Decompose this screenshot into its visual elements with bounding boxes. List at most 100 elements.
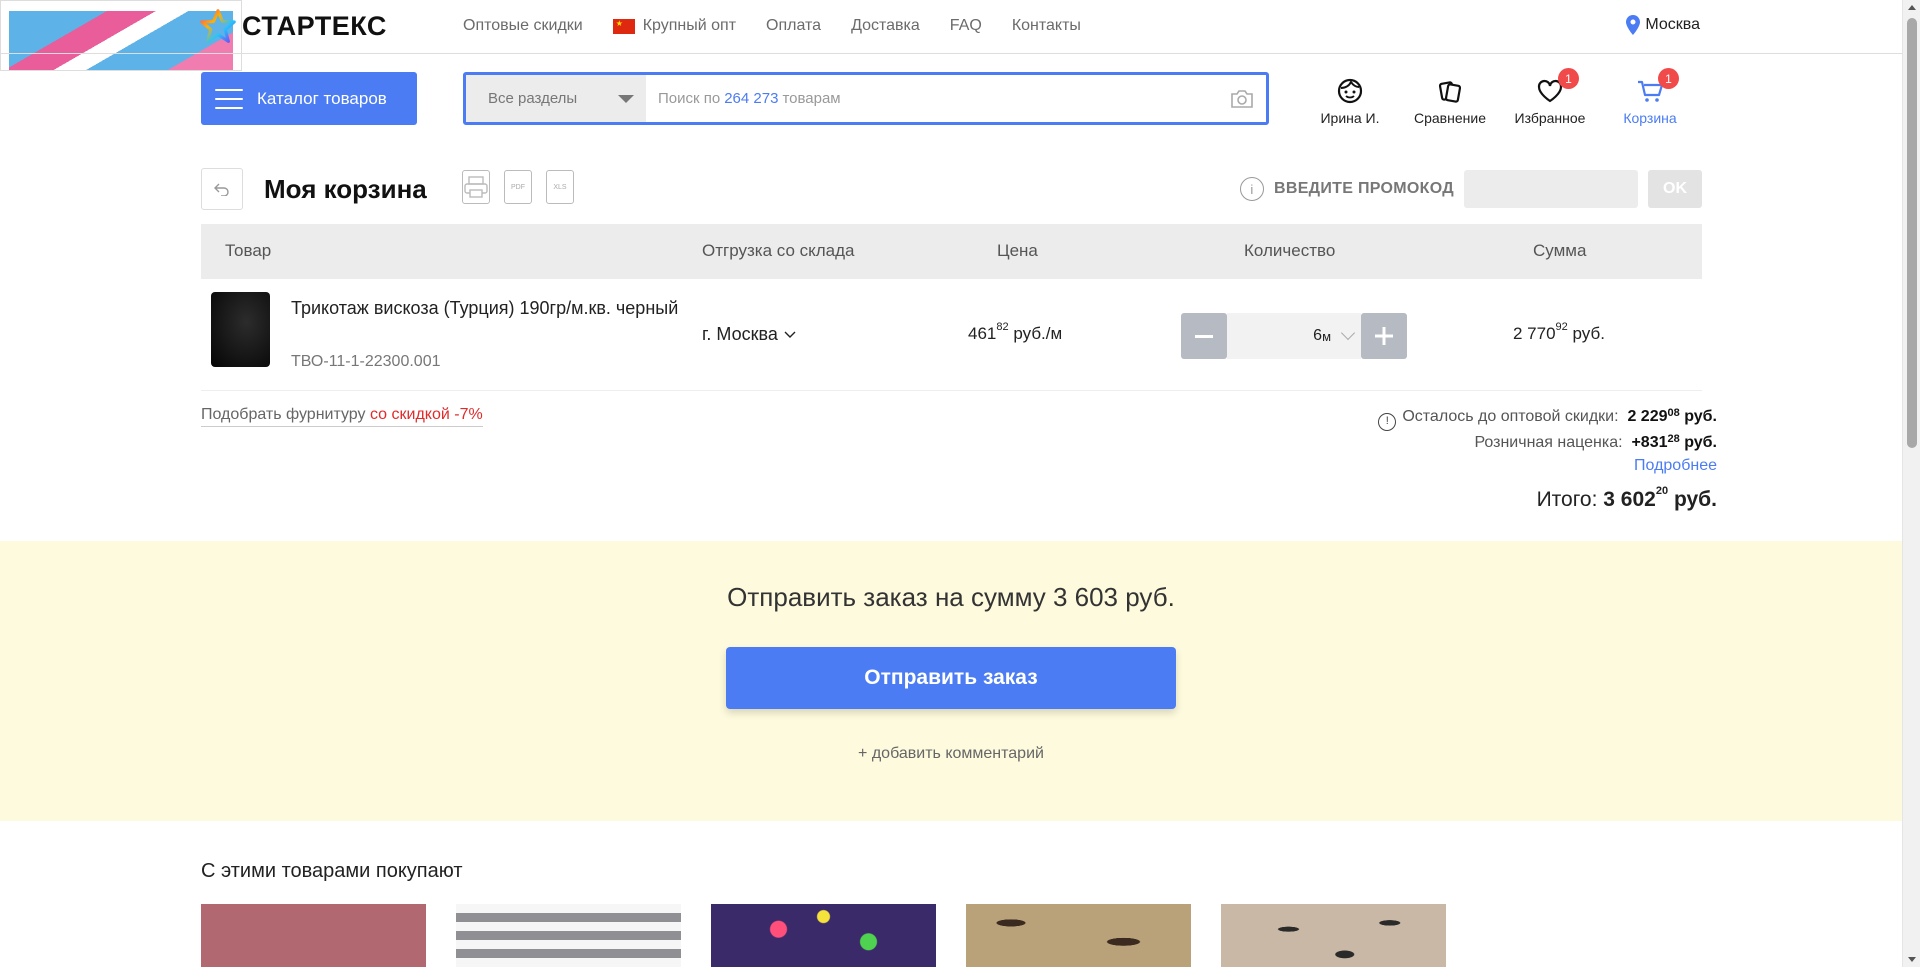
recommended-product-image[interactable] <box>711 904 936 967</box>
search-placeholder-prefix: Поиск по <box>658 90 721 107</box>
print-icon[interactable] <box>462 170 490 204</box>
location-pin-icon <box>1626 15 1641 35</box>
promo-code-input[interactable] <box>1464 170 1638 208</box>
col-product: Товар <box>225 241 272 260</box>
grand-total: Итого: 3 60220 руб. <box>1537 485 1717 512</box>
wholesale-remaining-label: Осталось до оптовой скидки: <box>1402 408 1619 425</box>
fittings-link-label: Подобрать фурнитуру <box>201 406 366 423</box>
wholesale-remaining-int: 2 229 <box>1627 408 1668 425</box>
cart-table-header: Товар Отгрузка со склада Цена Количество… <box>201 224 1702 279</box>
sum-unit: руб. <box>1572 324 1605 343</box>
order-title: Отправить заказ на сумму 3 603 руб. <box>727 582 1175 612</box>
plus-icon <box>1375 327 1393 345</box>
retail-markup-int: +831 <box>1631 433 1668 451</box>
promo-ok-button[interactable]: OK <box>1648 170 1702 208</box>
item-price: 46182 руб./м <box>968 321 1063 344</box>
minus-icon <box>1195 334 1213 338</box>
scroll-up-arrow-icon[interactable] <box>1908 5 1916 10</box>
col-warehouse: Отгрузка со склада <box>702 241 855 260</box>
menu-icon <box>215 88 243 109</box>
recommended-product-image[interactable] <box>201 904 426 967</box>
cart-totals: ! Осталось до оптовой скидки: 2 22908 руб… <box>1378 405 1717 477</box>
product-sku: ТВО-11-1-22300.001 <box>291 353 441 370</box>
item-sum: 2 77092 руб. <box>1513 321 1605 344</box>
wholesale-remaining-line: ! Осталось до оптовой скидки: 2 22908 руб… <box>1378 405 1717 431</box>
col-price: Цена <box>997 241 1038 260</box>
price-frac: 82 <box>996 321 1009 333</box>
warehouse-label: г. Москва <box>702 324 778 344</box>
dropdown-arrow-icon <box>618 94 634 103</box>
markup-currency: руб. <box>1684 433 1717 451</box>
sum-frac: 92 <box>1555 321 1568 333</box>
nav-large-wholesale[interactable]: Крупный опт <box>612 17 736 35</box>
header-icons: Ирина И. Сравнение Избранное 1 Корзина 1 <box>1300 68 1700 126</box>
product-name[interactable]: Трикотаж вискоза (Турция) 190гр/м.кв. че… <box>291 296 691 320</box>
cart-button[interactable]: Корзина 1 <box>1600 68 1700 126</box>
nav-wholesale-discounts[interactable]: Оптовые скидки <box>463 17 583 35</box>
wholesale-currency: руб. <box>1684 408 1717 425</box>
cart-count-badge: 1 <box>1658 68 1679 89</box>
recommended-product-image[interactable] <box>966 904 1191 967</box>
nav-payment[interactable]: Оплата <box>766 17 821 35</box>
search-section-select[interactable]: Все разделы <box>466 75 646 122</box>
page-scrollbar[interactable] <box>1902 0 1920 967</box>
compare-button[interactable]: Сравнение <box>1400 76 1500 126</box>
fittings-link[interactable]: Подобрать фурнитуру со скидкой -7% <box>201 406 483 427</box>
search-input[interactable]: Поиск по 264 273 товарам <box>646 75 1218 122</box>
user-account-button[interactable]: Ирина И. <box>1300 76 1400 126</box>
fittings-discount: со скидкой -7% <box>369 406 483 423</box>
quantity-input[interactable]: 6 м <box>1227 313 1361 359</box>
pdf-export-icon[interactable]: PDF <box>504 170 532 204</box>
top-nav: Оптовые скидки Крупный опт Оплата Достав… <box>463 17 1111 35</box>
catalog-button[interactable]: Каталог товаров <box>201 72 417 125</box>
product-thumbnail[interactable] <box>211 292 270 367</box>
promo-code-text: ВВЕДИТЕ ПРОМОКОД <box>1274 180 1454 197</box>
scrollbar-thumb[interactable] <box>1907 18 1917 448</box>
nav-contacts[interactable]: Контакты <box>1012 17 1081 35</box>
search-product-count: 264 273 <box>724 90 779 107</box>
camera-search-button[interactable] <box>1218 75 1266 122</box>
search-section-label: Все разделы <box>488 90 578 107</box>
col-quantity: Количество <box>1244 241 1336 260</box>
favorites-count-badge: 1 <box>1558 68 1579 89</box>
logo[interactable]: СТАРТЕКС <box>200 8 387 44</box>
chevron-down-icon <box>784 331 796 338</box>
add-comment-link[interactable]: + добавить комментарий <box>0 745 1902 763</box>
scroll-down-arrow-icon[interactable] <box>1908 957 1916 962</box>
cart-label: Корзина <box>1623 110 1677 126</box>
quantity-value: 6 <box>1313 327 1323 344</box>
recommended-product-image[interactable] <box>1221 904 1446 967</box>
compare-label: Сравнение <box>1414 110 1486 126</box>
submit-order-button[interactable]: Отправить заказ <box>726 647 1176 709</box>
recommended-product-image[interactable] <box>456 904 681 967</box>
xls-export-icon[interactable]: XLS <box>546 170 574 204</box>
city-label: Москва <box>1645 16 1700 33</box>
order-section: Отправить заказ на сумму 3 603 руб. Отпр… <box>0 541 1902 821</box>
increase-quantity-button[interactable] <box>1361 313 1407 359</box>
top-bar: СТАРТЕКС Оптовые скидки Крупный опт Опла… <box>0 0 1902 54</box>
favorites-button[interactable]: Избранное 1 <box>1500 68 1600 126</box>
sum-int: 2 770 <box>1513 324 1556 343</box>
chevron-down-icon <box>1340 325 1356 341</box>
city-selector[interactable]: Москва <box>1626 15 1700 35</box>
export-icons: PDF XLS <box>462 170 574 204</box>
more-details-link[interactable]: Подробнее <box>1378 454 1717 477</box>
info-icon[interactable]: ! <box>1378 412 1397 431</box>
wholesale-remaining-frac: 08 <box>1667 407 1680 419</box>
retail-markup-line: Розничная наценка: +83128 руб. <box>1378 431 1717 454</box>
user-face-icon <box>1337 78 1363 104</box>
col-sum: Сумма <box>1533 241 1587 260</box>
back-button[interactable] <box>201 168 243 210</box>
decrease-quantity-button[interactable] <box>1181 313 1227 359</box>
nav-delivery[interactable]: Доставка <box>851 17 920 35</box>
nav-faq[interactable]: FAQ <box>950 17 982 35</box>
quantity-stepper: 6 м <box>1181 313 1407 359</box>
grand-total-unit: руб. <box>1673 488 1717 511</box>
warehouse-select[interactable]: г. Москва <box>702 324 796 345</box>
promo-code-label: i ВВЕДИТЕ ПРОМОКОД <box>1240 177 1454 201</box>
retail-markup-frac: 28 <box>1667 432 1680 445</box>
catalog-button-label: Каталог товаров <box>257 88 387 108</box>
price-unit: руб./м <box>1013 324 1063 343</box>
grand-total-int: 3 602 <box>1603 488 1656 511</box>
cart-item-row: Трикотаж вискоза (Турция) 190гр/м.кв. че… <box>201 279 1702 391</box>
